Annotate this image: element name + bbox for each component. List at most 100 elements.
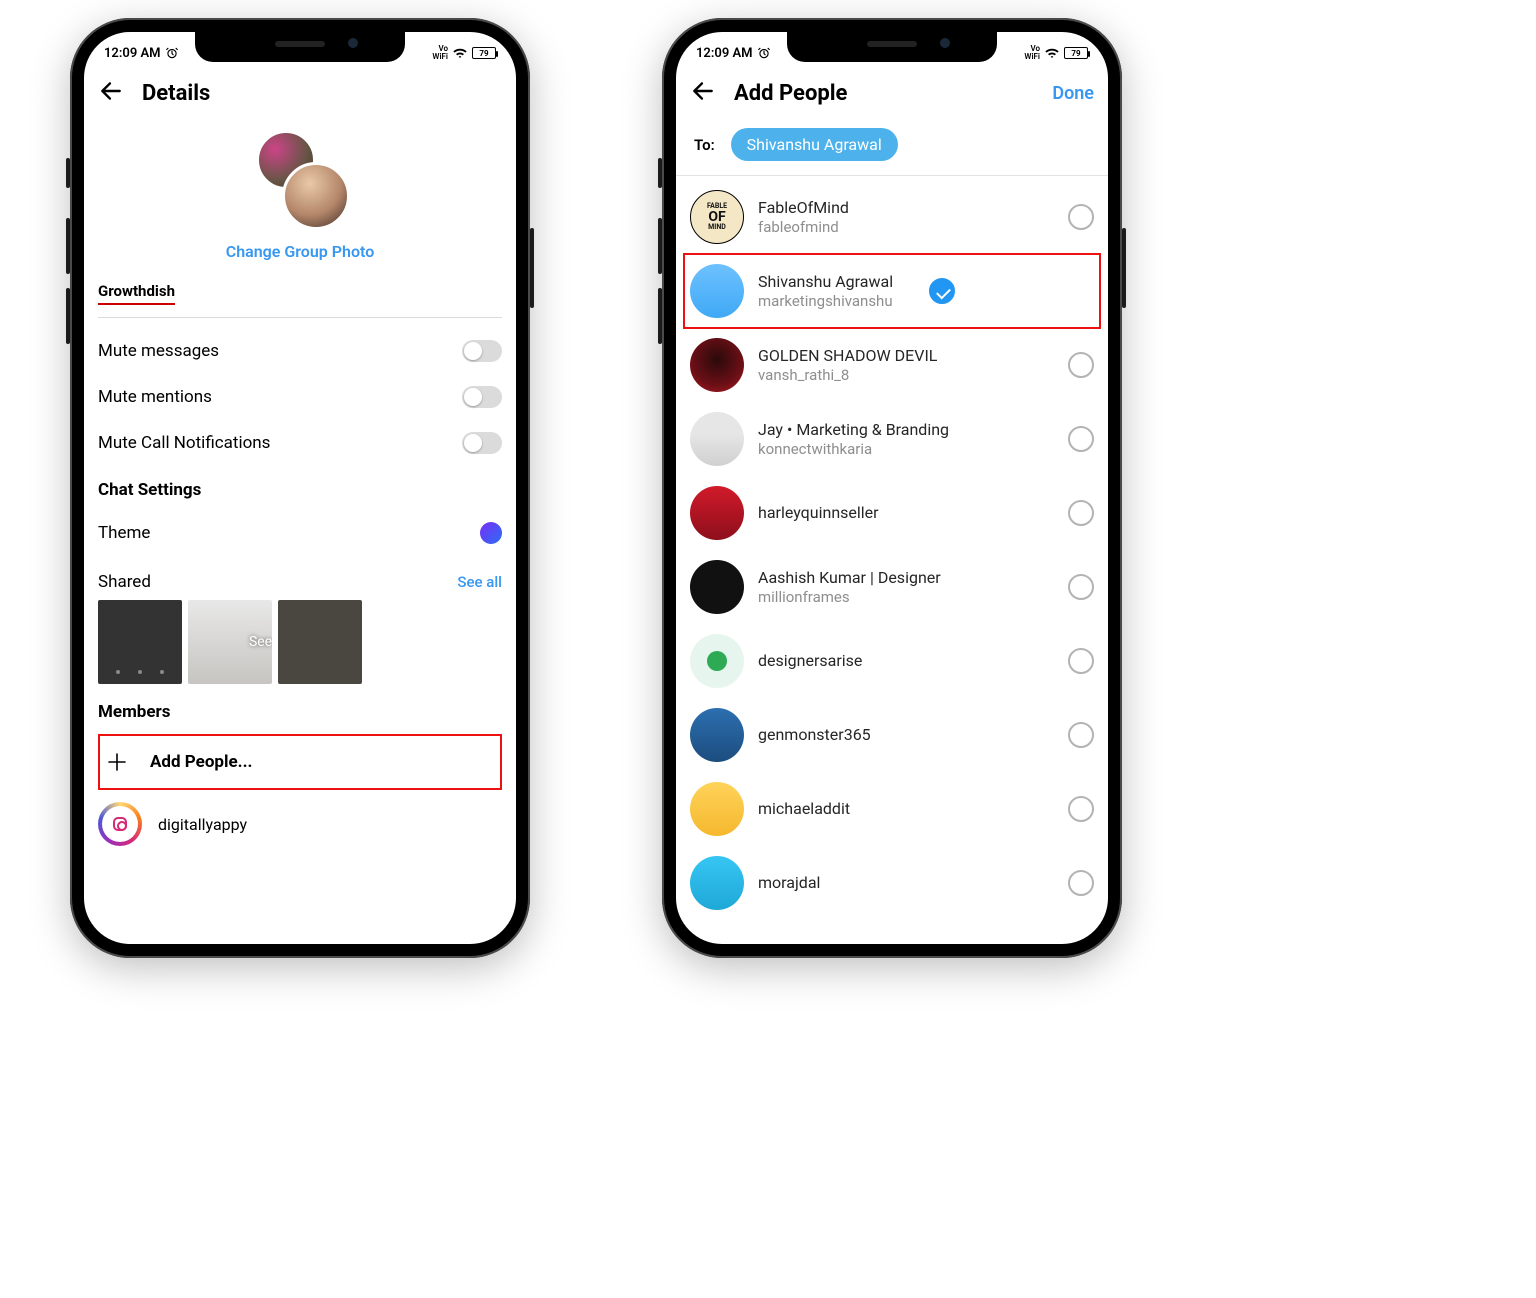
divider [98, 317, 502, 318]
side-button [530, 228, 534, 308]
side-button [658, 218, 662, 274]
wifi-icon [1044, 46, 1060, 61]
person-username: fableofmind [758, 218, 849, 236]
person-name: Shivanshu Agrawal [758, 272, 893, 292]
select-radio[interactable] [1068, 796, 1094, 822]
person-username: marketingshivanshu [758, 292, 893, 310]
mute-messages-toggle[interactable] [462, 340, 502, 362]
select-radio[interactable] [1068, 870, 1094, 896]
to-label: To: [694, 136, 715, 154]
person-row[interactable]: FABLEOFMIND FableOfMind fableofmind [690, 180, 1094, 254]
person-name: genmonster365 [758, 725, 871, 745]
back-arrow-icon[interactable] [690, 78, 716, 108]
person-row[interactable]: morajdal [690, 846, 1094, 910]
avatar [690, 708, 744, 762]
header: Details [84, 68, 516, 122]
person-name: designersarise [758, 651, 862, 671]
person-username: konnectwithkaria [758, 440, 949, 458]
chat-settings-heading: Chat Settings [98, 466, 502, 510]
person-row[interactable]: designersarise [690, 624, 1094, 698]
select-radio[interactable] [1068, 204, 1094, 230]
avatar: FABLEOFMIND [690, 190, 744, 244]
theme-color-icon [480, 522, 502, 544]
mute-messages-row: Mute messages [98, 328, 502, 374]
side-button [658, 158, 662, 188]
side-button [66, 288, 70, 344]
shared-thumb[interactable] [278, 600, 362, 684]
mute-calls-label: Mute Call Notifications [98, 433, 270, 453]
person-row[interactable]: Jay • Marketing & Branding konnectwithka… [690, 402, 1094, 476]
see-all-link[interactable]: See all [457, 573, 502, 591]
person-name: FableOfMind [758, 198, 849, 218]
add-people-content: To: Shivanshu Agrawal FABLEOFMIND FableO… [676, 122, 1108, 944]
person-username: millionframes [758, 588, 941, 606]
mute-calls-toggle[interactable] [462, 432, 502, 454]
side-button [66, 158, 70, 188]
select-radio[interactable] [1068, 648, 1094, 674]
mute-mentions-row: Mute mentions [98, 374, 502, 420]
avatar [98, 802, 142, 846]
group-photo[interactable] [250, 130, 350, 230]
person-row[interactable]: Aashish Kumar | Designer millionframes [690, 550, 1094, 624]
select-radio[interactable] [1068, 500, 1094, 526]
mute-mentions-label: Mute mentions [98, 387, 212, 407]
person-name: michaeladdit [758, 799, 850, 819]
header: Add People Done [676, 68, 1108, 122]
person-row[interactable]: GOLDEN SHADOW DEVIL vansh_rathi_8 [690, 328, 1094, 402]
avatar [690, 782, 744, 836]
see-all-overlay: See all [249, 634, 272, 650]
person-row[interactable]: genmonster365 [690, 698, 1094, 772]
select-radio[interactable] [1068, 352, 1094, 378]
screen-left: 12:09 AM VoWiFi 79 Details [84, 32, 516, 944]
alarm-icon [757, 46, 771, 60]
alarm-icon [165, 46, 179, 60]
select-radio[interactable] [1068, 426, 1094, 452]
avatar [690, 486, 744, 540]
shared-thumb[interactable] [98, 600, 182, 684]
add-people-button[interactable]: Add People... [98, 734, 502, 790]
back-arrow-icon[interactable] [98, 78, 124, 108]
mute-mentions-toggle[interactable] [462, 386, 502, 408]
group-name-input[interactable]: Growthdish [98, 282, 175, 305]
select-radio[interactable] [1068, 574, 1094, 600]
phone-frame-left: 12:09 AM VoWiFi 79 Details [70, 18, 530, 958]
member-username: digitallyappy [158, 815, 247, 834]
theme-label: Theme [98, 523, 150, 543]
shared-header: Shared See all [98, 556, 502, 600]
battery-icon: 79 [1064, 47, 1088, 59]
person-row[interactable]: michaeladdit [690, 772, 1094, 846]
volte-label: VoWiFi [1024, 45, 1040, 61]
person-name: morajdal [758, 873, 820, 893]
member-row[interactable]: digitallyappy [98, 790, 502, 858]
battery-icon: 79 [472, 47, 496, 59]
notch [787, 32, 997, 62]
person-name: GOLDEN SHADOW DEVIL [758, 346, 937, 366]
person-username: vansh_rathi_8 [758, 366, 937, 384]
person-row[interactable]: Shivanshu Agrawal marketingshivanshu [684, 254, 1100, 328]
add-people-label: Add People... [150, 752, 252, 772]
select-radio[interactable] [929, 278, 955, 304]
status-time: 12:09 AM [696, 46, 753, 61]
person-name: harleyquinnseller [758, 503, 879, 523]
side-button [66, 218, 70, 274]
members-heading: Members [98, 684, 502, 730]
avatar [690, 264, 744, 318]
shared-thumb[interactable]: See all [188, 600, 272, 684]
group-photo-front [282, 162, 350, 230]
divider [676, 175, 1108, 176]
theme-row[interactable]: Theme [98, 510, 502, 556]
change-group-photo-link[interactable]: Change Group Photo [98, 242, 502, 261]
done-button[interactable]: Done [1052, 83, 1094, 104]
shared-label: Shared [98, 572, 151, 592]
person-name: Aashish Kumar | Designer [758, 568, 941, 588]
avatar [690, 338, 744, 392]
avatar [690, 856, 744, 910]
details-content: Change Group Photo Growthdish Mute messa… [84, 122, 516, 944]
person-row[interactable]: harleyquinnseller [690, 476, 1094, 550]
avatar [690, 412, 744, 466]
status-time: 12:09 AM [104, 46, 161, 61]
wifi-icon [452, 46, 468, 61]
select-radio[interactable] [1068, 722, 1094, 748]
avatar [690, 634, 744, 688]
selected-person-chip[interactable]: Shivanshu Agrawal [731, 128, 898, 161]
